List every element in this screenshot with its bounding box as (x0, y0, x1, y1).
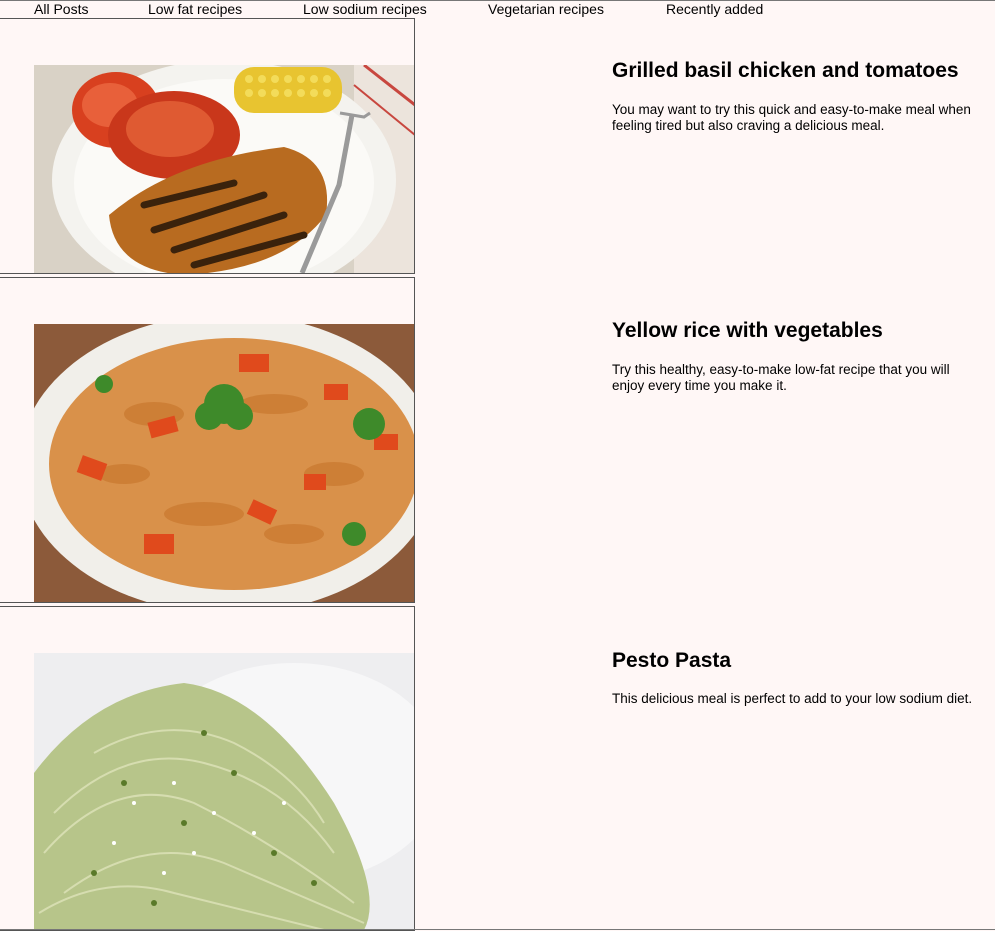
yellow-rice-photo[interactable] (34, 324, 415, 603)
post-description: This delicious meal is perfect to add to… (612, 691, 973, 706)
post-card: Yellow rice with vegetables Try this hea… (0, 277, 995, 603)
post-image-frame (0, 606, 415, 931)
post-title[interactable]: Pesto Pasta (612, 648, 731, 674)
nav-low-fat[interactable]: Low fat recipes (148, 0, 242, 18)
nav-recently-added[interactable]: Recently added (666, 0, 763, 18)
post-title[interactable]: Yellow rice with vegetables (612, 318, 883, 344)
grilled-chicken-photo[interactable] (34, 65, 415, 273)
nav-low-sodium[interactable]: Low sodium recipes (303, 0, 427, 18)
nav-all-posts[interactable]: All Posts (34, 0, 88, 18)
bottom-divider (0, 929, 995, 930)
post-description: You may want to try this quick and easy-… (612, 102, 971, 133)
pesto-pasta-photo[interactable] (34, 653, 415, 930)
post-title[interactable]: Grilled basil chicken and tomatoes (612, 58, 959, 84)
post-image-frame (0, 18, 415, 274)
nav-vegetarian[interactable]: Vegetarian recipes (488, 0, 604, 18)
category-nav: All Posts Low fat recipes Low sodium rec… (0, 0, 995, 18)
post-card: Pesto Pasta This delicious meal is perfe… (0, 606, 995, 931)
post-image-frame (0, 277, 415, 603)
post-card: Grilled basil chicken and tomatoes You m… (0, 18, 995, 274)
post-description: Try this healthy, easy-to-make low-fat r… (612, 362, 950, 393)
